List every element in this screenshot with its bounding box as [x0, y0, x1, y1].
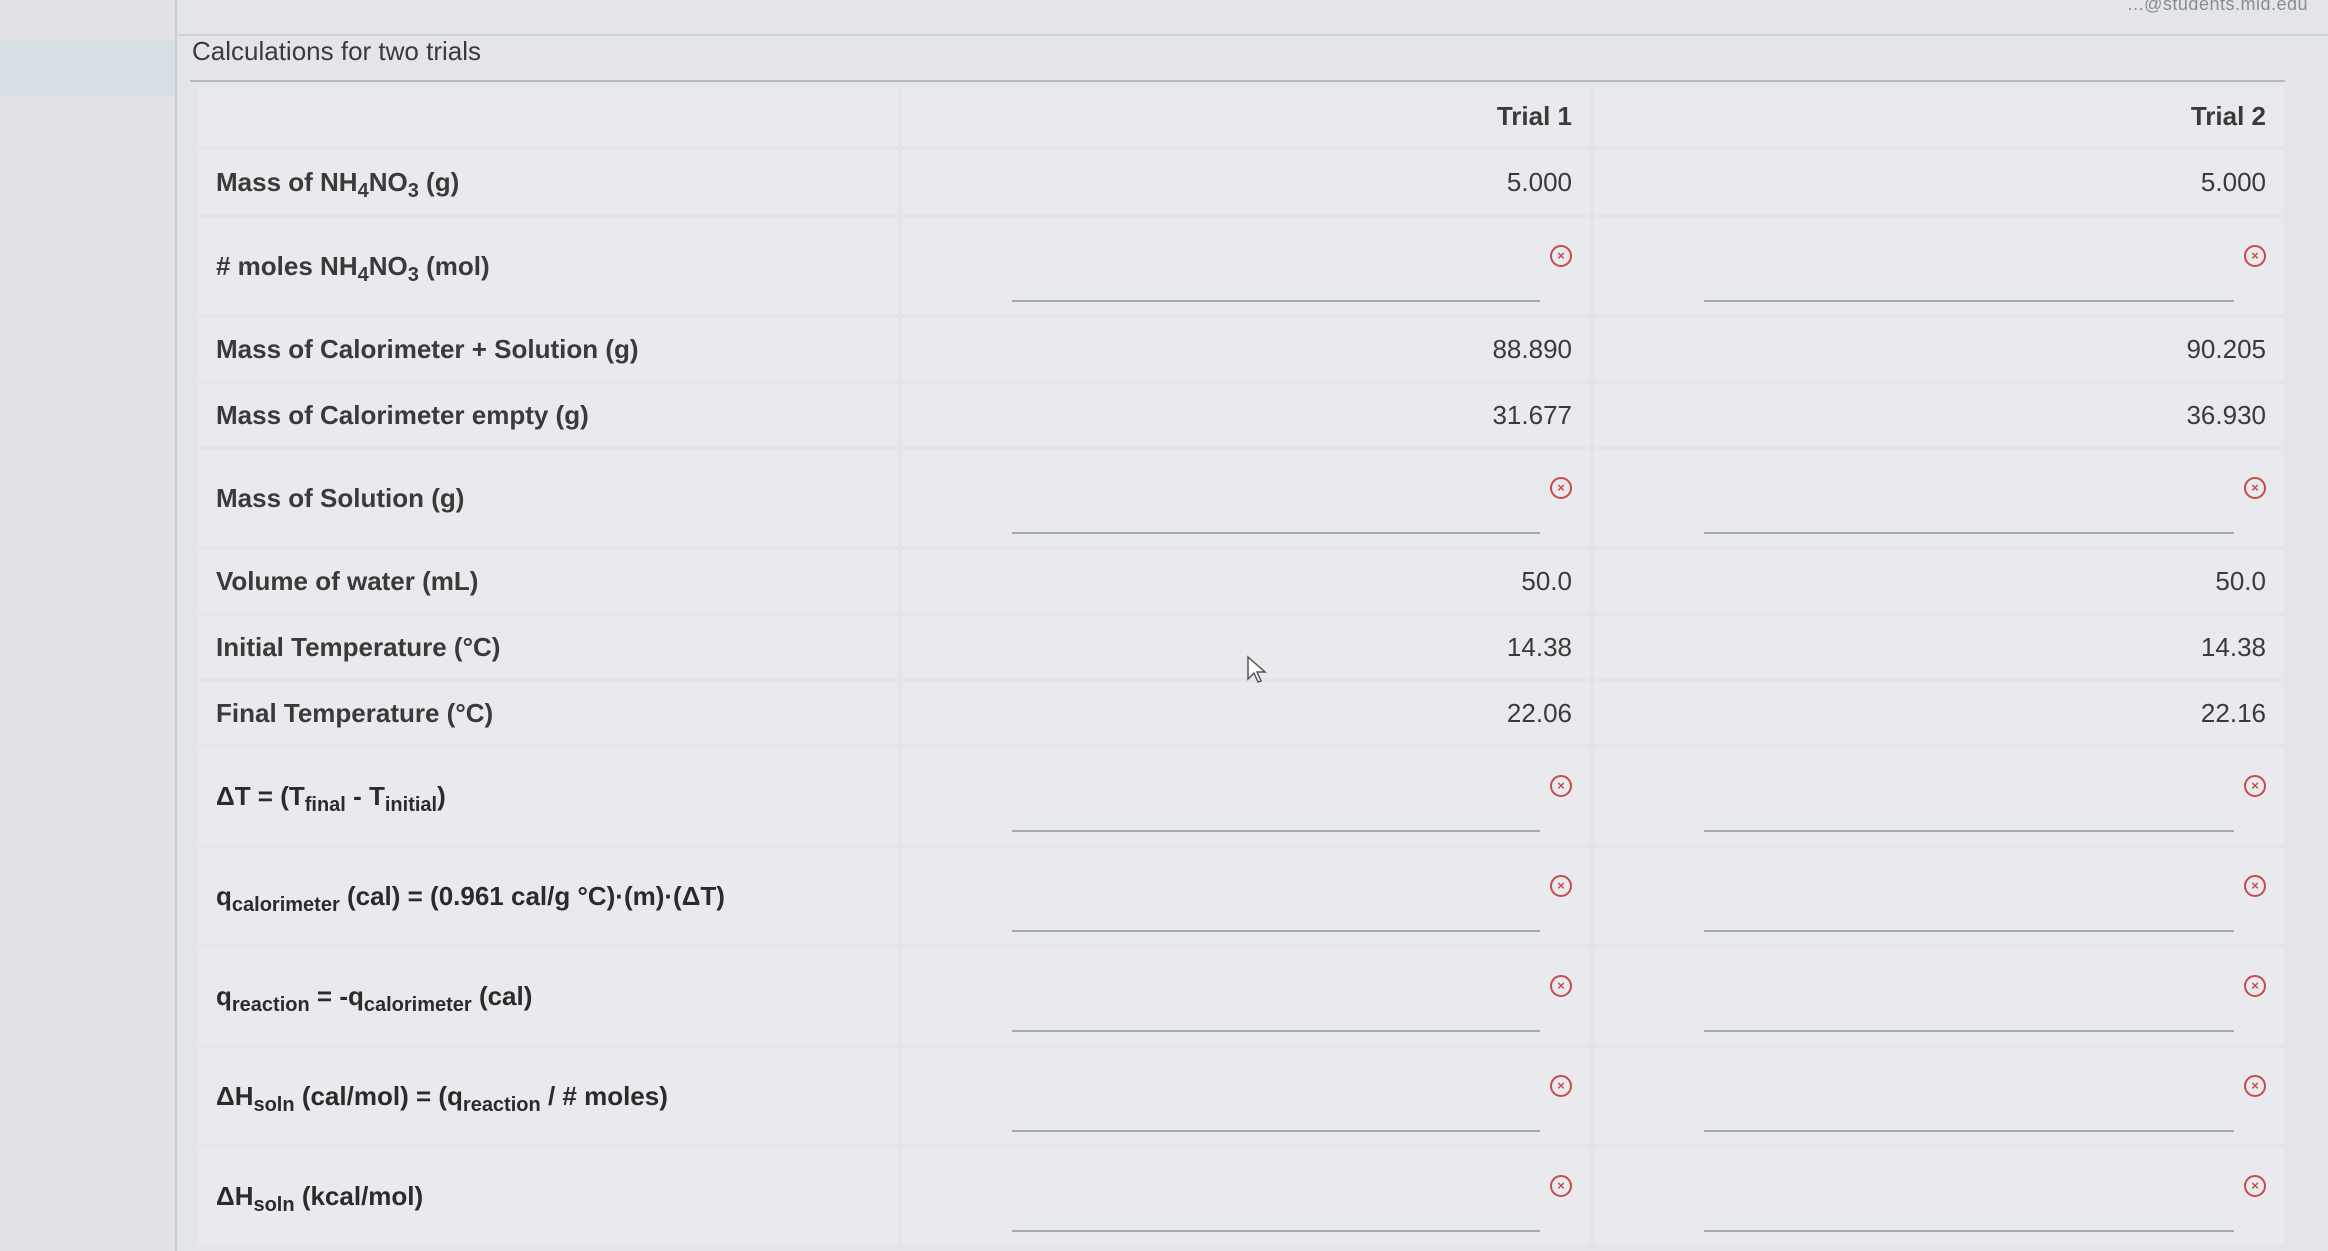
mass-solution-trial-1-input[interactable]	[1012, 496, 1540, 534]
dh-soln-cal-trial-1-input[interactable]	[1012, 1094, 1540, 1132]
calculations-table: Trial 1 Trial 2 Mass of NH4NO3 (g) 5.000…	[194, 82, 2288, 1248]
error-icon: ×	[1550, 975, 1572, 998]
trial-2-value: 90.205	[1594, 318, 2284, 380]
row-label: Mass of Calorimeter + Solution (g)	[198, 318, 898, 380]
left-rail	[0, 0, 175, 1251]
row-label: qcalorimeter (cal) = (0.961 cal/g °C)·(m…	[198, 848, 898, 944]
row-label: Mass of Solution (g)	[198, 450, 898, 546]
table-row-mass-solution: Mass of Solution (g) × ×	[198, 450, 2284, 546]
trial-1-value: 5.000	[902, 150, 1590, 214]
trial-1-value: 31.677	[902, 384, 1590, 446]
trial-2-input-cell: ×	[1594, 1148, 2284, 1244]
table-header-row: Trial 1 Trial 2	[198, 86, 2284, 146]
trial-1-input-cell: ×	[902, 1148, 1590, 1244]
row-label: Volume of water (mL)	[198, 550, 898, 612]
trial-1-input-cell: ×	[902, 748, 1590, 844]
trial-2-input-cell: ×	[1594, 848, 2284, 944]
row-label: Initial Temperature (°C)	[198, 616, 898, 678]
trial-1-input-cell: ×	[902, 848, 1590, 944]
error-icon: ×	[1550, 875, 1572, 898]
mass-solution-trial-2-input[interactable]	[1704, 496, 2234, 534]
row-label: ΔHsoln (cal/mol) = (qreaction / # moles)	[198, 1048, 898, 1144]
q-calorimeter-trial-1-input[interactable]	[1012, 894, 1540, 932]
table-row-delta-t: ΔT = (Tfinal - Tinitial) × ×	[198, 748, 2284, 844]
error-icon: ×	[2244, 1075, 2266, 1098]
table-row-q-calorimeter: qcalorimeter (cal) = (0.961 cal/g °C)·(m…	[198, 848, 2284, 944]
content-border	[175, 0, 177, 1251]
delta-t-trial-2-input[interactable]	[1704, 794, 2234, 832]
table-row-dh-soln-cal: ΔHsoln (cal/mol) = (qreaction / # moles)…	[198, 1048, 2284, 1144]
error-icon: ×	[1550, 477, 1572, 500]
table-row-dh-soln-kcal: ΔHsoln (kcal/mol) × ×	[198, 1148, 2284, 1244]
q-calorimeter-trial-2-input[interactable]	[1704, 894, 2234, 932]
column-header-trial-2: Trial 2	[1594, 86, 2284, 146]
mouse-pointer-icon	[1247, 655, 1267, 683]
trial-1-input-cell: ×	[902, 450, 1590, 546]
moles-trial-2-input[interactable]	[1704, 264, 2234, 302]
error-icon: ×	[1550, 775, 1572, 798]
section-title: Calculations for two trials	[192, 36, 481, 66]
delta-t-trial-1-input[interactable]	[1012, 794, 1540, 832]
error-icon: ×	[2244, 775, 2266, 798]
row-label: Mass of NH4NO3 (g)	[198, 150, 898, 214]
column-header-trial-1: Trial 1	[902, 86, 1590, 146]
trial-2-input-cell: ×	[1594, 1048, 2284, 1144]
error-icon: ×	[2244, 975, 2266, 998]
row-label: ΔT = (Tfinal - Tinitial)	[198, 748, 898, 844]
trial-2-input-cell: ×	[1594, 450, 2284, 546]
table-row-volume-water: Volume of water (mL) 50.0 50.0	[198, 550, 2284, 612]
trial-2-input-cell: ×	[1594, 948, 2284, 1044]
error-icon: ×	[1550, 1175, 1572, 1198]
error-icon: ×	[2244, 1175, 2266, 1198]
trial-2-value: 36.930	[1594, 384, 2284, 446]
dh-soln-kcal-trial-1-input[interactable]	[1012, 1194, 1540, 1232]
trial-2-value: 50.0	[1594, 550, 2284, 612]
row-label: ΔHsoln (kcal/mol)	[198, 1148, 898, 1244]
trial-1-input-cell: ×	[902, 218, 1590, 314]
error-icon: ×	[2244, 245, 2266, 268]
dh-soln-cal-trial-2-input[interactable]	[1704, 1094, 2234, 1132]
table-row-mass-nh4no3: Mass of NH4NO3 (g) 5.000 5.000	[198, 150, 2284, 214]
top-divider	[175, 34, 2328, 36]
table-row-mass-calorimeter-solution: Mass of Calorimeter + Solution (g) 88.89…	[198, 318, 2284, 380]
table-row-q-reaction: qreaction = -qcalorimeter (cal) × ×	[198, 948, 2284, 1044]
table-row-mass-calorimeter-empty: Mass of Calorimeter empty (g) 31.677 36.…	[198, 384, 2284, 446]
moles-trial-1-input[interactable]	[1012, 264, 1540, 302]
trial-1-input-cell: ×	[902, 948, 1590, 1044]
header-blank-cell	[198, 86, 898, 146]
row-label: # moles NH4NO3 (mol)	[198, 218, 898, 314]
table-row-moles-nh4no3: # moles NH4NO3 (mol) × ×	[198, 218, 2284, 314]
trial-2-value: 5.000	[1594, 150, 2284, 214]
trial-1-input-cell: ×	[902, 1048, 1590, 1144]
table-row-final-temperature: Final Temperature (°C) 22.06 22.16	[198, 682, 2284, 744]
trial-1-value: 50.0	[902, 550, 1590, 612]
dh-soln-kcal-trial-2-input[interactable]	[1704, 1194, 2234, 1232]
row-label: qreaction = -qcalorimeter (cal)	[198, 948, 898, 1044]
error-icon: ×	[1550, 1075, 1572, 1098]
table-row-initial-temperature: Initial Temperature (°C) 14.38 14.38	[198, 616, 2284, 678]
error-icon: ×	[1550, 245, 1572, 268]
rail-highlight	[0, 40, 175, 96]
trial-2-value: 22.16	[1594, 682, 2284, 744]
trial-2-input-cell: ×	[1594, 218, 2284, 314]
row-label: Mass of Calorimeter empty (g)	[198, 384, 898, 446]
user-email: ...@students.mid.edu	[2127, 0, 2308, 14]
error-icon: ×	[2244, 477, 2266, 500]
trial-2-input-cell: ×	[1594, 748, 2284, 844]
q-reaction-trial-1-input[interactable]	[1012, 994, 1540, 1032]
q-reaction-trial-2-input[interactable]	[1704, 994, 2234, 1032]
row-label: Final Temperature (°C)	[198, 682, 898, 744]
trial-1-value: 88.890	[902, 318, 1590, 380]
trial-2-value: 14.38	[1594, 616, 2284, 678]
trial-1-value: 22.06	[902, 682, 1590, 744]
error-icon: ×	[2244, 875, 2266, 898]
